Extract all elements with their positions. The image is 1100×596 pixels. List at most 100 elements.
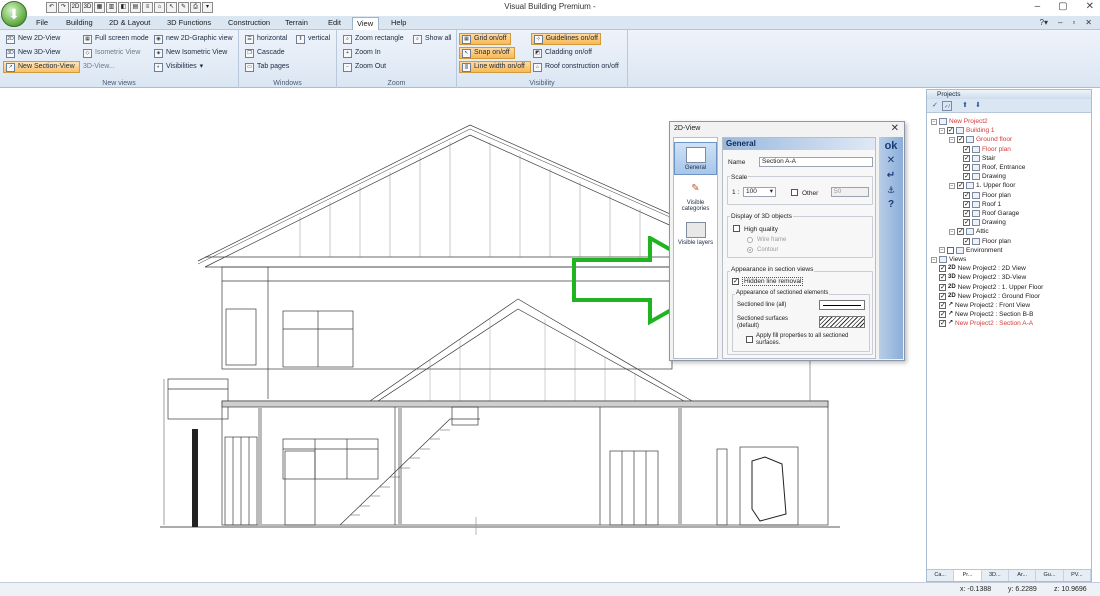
new-isometric-view-button[interactable]: ◈ New Isometric View <box>152 47 229 59</box>
collapse-toggle[interactable]: − <box>949 136 955 143</box>
sectioned-line-swatch[interactable] <box>819 300 865 310</box>
tree-item[interactable]: ✓ Floor plan <box>963 237 1011 246</box>
toggle-view-icon[interactable]: ✓/ <box>942 101 952 111</box>
tree-item[interactable]: − New Project2 <box>931 117 988 126</box>
other-scale-field[interactable]: 50 <box>831 187 869 197</box>
tab-edit[interactable]: Edit <box>324 17 345 30</box>
tree-checkbox[interactable]: ✓ <box>963 173 970 181</box>
roof-construction-toggle[interactable]: ⌂ Roof construction on/off <box>531 61 621 73</box>
tree-item[interactable]: − ✓ Ground floor <box>949 135 1012 144</box>
tile-vertical-button[interactable]: ‖ vertical <box>294 33 332 45</box>
tree-checkbox[interactable]: ✓ <box>963 237 970 245</box>
cladding-toggle[interactable]: ◩ Cladding on/off <box>531 47 594 59</box>
tree-checkbox[interactable]: ✓ <box>939 311 946 319</box>
collapse-toggle[interactable]: − <box>931 256 937 263</box>
new-3d-view-button[interactable]: 3D New 3D-View <box>4 47 62 59</box>
grid-toggle[interactable]: ▦ Grid on/off <box>459 33 511 45</box>
tree-checkbox[interactable]: ✓ <box>939 302 946 309</box>
tree-item[interactable]: − Views <box>931 255 966 264</box>
tree-item[interactable]: ✓ 3D New Project2 : 3D-View <box>939 273 1026 282</box>
tree-checkbox[interactable]: ✓ <box>947 127 954 135</box>
other-scale-checkbox[interactable] <box>791 189 798 196</box>
collapse-toggle[interactable]: − <box>949 182 955 189</box>
tree-item[interactable]: ✓ ↗ New Project2 : Section B-B <box>939 310 1033 319</box>
visibilities-dropdown[interactable]: ◐ Visibilities ▾ <box>152 61 205 73</box>
3d-view-dialog-button[interactable]: 3D-View... <box>81 61 117 73</box>
tree-item[interactable]: ✓ Drawing <box>963 218 1006 227</box>
new-2d-graphic-view-button[interactable]: ◉ new 2D-Graphic view <box>152 33 235 45</box>
collapse-toggle[interactable]: − <box>939 127 945 134</box>
zoom-out-button[interactable]: − Zoom Out <box>341 61 388 73</box>
tab-catalog[interactable]: Ca... <box>927 570 955 581</box>
show-all-button[interactable]: ⌕ Show all <box>411 33 453 45</box>
zoom-in-button[interactable]: + Zoom In <box>341 47 383 59</box>
tree-item[interactable]: ✓ Floor plan <box>963 145 1011 154</box>
tree-item[interactable]: − Environment <box>939 246 1003 255</box>
help-icon[interactable]: ?▾ <box>1040 18 1048 27</box>
tree-checkbox[interactable] <box>947 246 954 254</box>
tab-2d-layout[interactable]: 2D & Layout <box>105 17 154 30</box>
close-button[interactable]: ✕ <box>1086 1 1094 12</box>
tree-item[interactable]: ✓ ↗ New Project2 : Front View <box>939 301 1030 310</box>
tab-help[interactable]: Help <box>387 17 410 30</box>
help-button[interactable]: ? <box>879 199 903 210</box>
contour-radio[interactable] <box>747 247 753 253</box>
tree-checkbox[interactable]: ✓ <box>963 191 970 199</box>
tree-checkbox[interactable]: ✓ <box>957 228 964 236</box>
tree-checkbox[interactable]: ✓ <box>939 274 946 282</box>
new-section-view-button[interactable]: ↗ New Section-View <box>3 61 80 73</box>
high-quality-checkbox[interactable] <box>733 225 740 232</box>
tree-item[interactable]: ✓ 2D New Project2 : 1. Upper Floor <box>939 283 1043 292</box>
apply-button[interactable]: ↵ <box>879 170 903 181</box>
move-up-icon[interactable]: ⬆ <box>960 101 970 111</box>
tree-checkbox[interactable]: ✓ <box>939 265 946 273</box>
check-all-icon[interactable]: ✓ <box>930 101 940 111</box>
guidelines-toggle[interactable]: ⊹ Guidelines on/off <box>531 33 601 45</box>
tab-file[interactable]: File <box>32 17 52 30</box>
category-visible-layers[interactable]: Visible layers <box>674 220 717 248</box>
tab-construction[interactable]: Construction <box>224 17 274 30</box>
tree-item[interactable]: ✓ Floor plan <box>963 191 1011 200</box>
cancel-button[interactable]: ✕ <box>879 155 903 166</box>
tree-checkbox[interactable]: ✓ <box>939 320 946 328</box>
sectioned-surfaces-swatch[interactable] <box>819 316 865 328</box>
wire-frame-radio[interactable] <box>747 237 753 243</box>
tab-terrain[interactable]: Terrain <box>281 17 312 30</box>
tree-checkbox[interactable]: ✓ <box>963 200 970 208</box>
tab-3d[interactable]: 3D... <box>982 570 1009 581</box>
pin-button[interactable]: ⚓ <box>879 185 903 196</box>
tab-building[interactable]: Building <box>62 17 97 30</box>
tree-checkbox[interactable]: ✓ <box>963 219 970 227</box>
tab-3d-functions[interactable]: 3D Functions <box>163 17 215 30</box>
dialog-close-button[interactable]: ✕ <box>891 123 899 134</box>
tree-item[interactable]: ✓ Stair <box>963 154 995 163</box>
full-screen-button[interactable]: ▦ Full screen mode <box>81 33 151 45</box>
new-2d-view-button[interactable]: 2D New 2D-View <box>4 33 62 45</box>
tree-checkbox[interactable]: ✓ <box>957 136 964 144</box>
maximize-button[interactable]: ▢ <box>1058 1 1067 12</box>
tree-item[interactable]: ✓ Drawing <box>963 172 1006 181</box>
tree-item[interactable]: − ✓ Building 1 <box>939 126 995 135</box>
cascade-button[interactable]: ❐ Cascade <box>243 47 287 59</box>
tree-item[interactable]: ✓ Roof 1 <box>963 200 1001 209</box>
collapse-toggle[interactable]: − <box>949 228 955 235</box>
tree-item[interactable]: ✓ Roof Garage <box>963 209 1019 218</box>
tree-item[interactable]: ✓ 2D New Project2 : 2D View <box>939 264 1026 273</box>
tree-checkbox[interactable]: ✓ <box>939 292 946 300</box>
collapse-toggle[interactable]: − <box>939 247 945 254</box>
minimize-ribbon-icon[interactable]: – <box>1058 18 1062 27</box>
ok-button[interactable]: ok <box>879 140 903 152</box>
app-menu-button[interactable]: ⬇ <box>1 1 27 27</box>
tree-checkbox[interactable]: ✓ <box>963 164 970 171</box>
tile-horizontal-button[interactable]: ☰ horizontal <box>243 33 289 45</box>
scale-select[interactable]: 100 ▾ <box>743 187 776 197</box>
tree-checkbox[interactable]: ✓ <box>957 182 964 190</box>
name-field[interactable]: Section A-A <box>759 157 873 167</box>
tree-checkbox[interactable]: ✓ <box>963 154 970 162</box>
tree-checkbox[interactable]: ✓ <box>963 145 970 153</box>
tree-item[interactable]: ✓ ↗ New Project2 : Section A-A <box>939 319 1033 328</box>
category-general[interactable]: General <box>674 142 717 175</box>
minimize-button[interactable]: – <box>1035 1 1041 12</box>
tree-item[interactable]: ✓ Roof, Entrance <box>963 163 1025 172</box>
tab-ar[interactable]: Ar... <box>1009 570 1037 581</box>
